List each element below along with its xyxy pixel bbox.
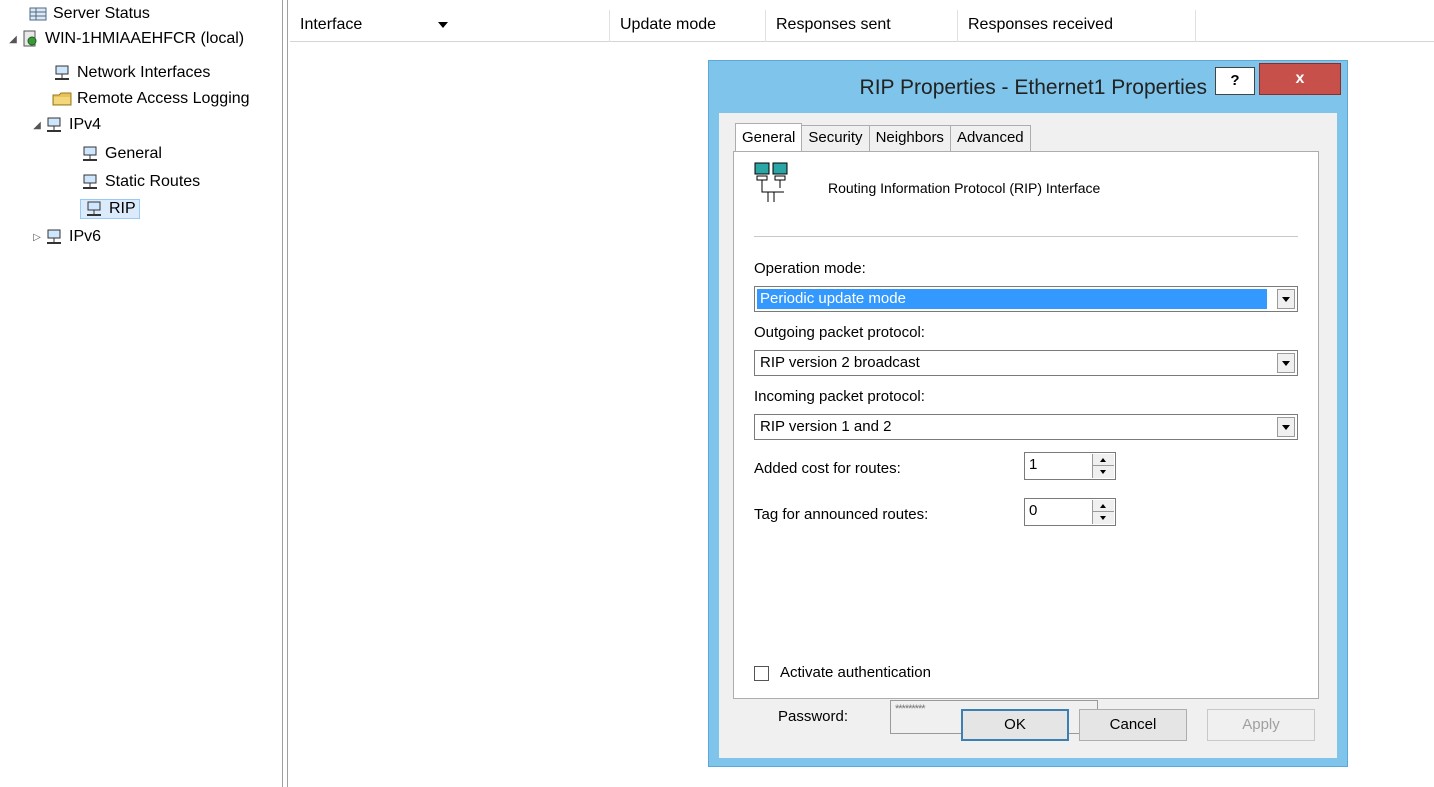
column-header-label: Responses sent (776, 16, 891, 33)
column-header-label: Responses received (968, 16, 1113, 33)
dialog-title-bar[interactable]: RIP Properties - Ethernet1 Properties ? … (709, 61, 1347, 113)
operation-mode-label: Operation mode: (754, 260, 866, 277)
spin-up-icon[interactable] (1093, 454, 1114, 466)
tab-general[interactable]: General (735, 123, 803, 151)
outgoing-protocol-select[interactable]: RIP version 2 broadcast (754, 350, 1298, 376)
tree-expander[interactable]: ◢ (6, 34, 20, 45)
tree-item-label: Network Interfaces (77, 64, 211, 81)
network-icon (52, 64, 72, 82)
tab-advanced[interactable]: Advanced (949, 125, 1031, 151)
tree-item-rip[interactable]: RIP (66, 196, 140, 222)
outgoing-protocol-label: Outgoing packet protocol: (754, 324, 925, 341)
dialog-body: General Security Neighbors Advanced Rout… (719, 113, 1337, 758)
spinner-buttons (1092, 500, 1114, 524)
tree-item-label: General (105, 145, 162, 162)
incoming-protocol-label: Incoming packet protocol: (754, 388, 925, 405)
spin-down-icon[interactable] (1093, 512, 1114, 524)
sort-down-icon (438, 22, 448, 28)
separator (754, 236, 1298, 237)
announced-tag-label: Tag for announced routes: (754, 506, 929, 523)
password-label: Password: (778, 708, 849, 725)
announced-tag-value: 0 (1029, 502, 1038, 519)
chevron-down-icon[interactable] (1277, 353, 1295, 373)
tree-item-label: IPv4 (69, 116, 102, 133)
tree-item-selected: RIP (80, 199, 140, 219)
rip-interface-icon (754, 162, 788, 210)
dialog-header-text: Routing Information Protocol (RIP) Inter… (828, 180, 1101, 196)
tree-item-static-routes[interactable]: Static Routes (66, 169, 200, 195)
column-header-label: Interface (300, 16, 363, 33)
ok-button[interactable]: OK (961, 709, 1069, 741)
network-icon (80, 145, 100, 163)
announced-tag-spinner[interactable]: 0 (1024, 498, 1116, 526)
tab-security[interactable]: Security (801, 125, 870, 151)
tree-item-label: Static Routes (105, 173, 201, 190)
network-icon (44, 116, 64, 134)
list-header: Interface Update mode Responses sent Res… (290, 10, 1434, 42)
server-status-icon (28, 5, 48, 23)
apply-button: Apply (1207, 709, 1315, 741)
tab-strip: General Security Neighbors Advanced (735, 123, 1031, 151)
server-icon (20, 30, 40, 48)
tree-item-label: Remote Access Logging (77, 90, 250, 107)
network-icon (80, 173, 100, 191)
column-header-responses-received[interactable]: Responses received (958, 10, 1196, 42)
spinner-buttons (1092, 454, 1114, 478)
added-cost-spinner[interactable]: 1 (1024, 452, 1116, 480)
spin-down-icon[interactable] (1093, 466, 1114, 478)
general-tab-page: Routing Information Protocol (RIP) Inter… (733, 151, 1319, 734)
rip-properties-dialog: RIP Properties - Ethernet1 Properties ? … (708, 60, 1348, 767)
column-header-update-mode[interactable]: Update mode (610, 10, 766, 42)
tree-item-label: RIP (109, 200, 136, 217)
activate-authentication-checkbox[interactable] (754, 666, 769, 681)
incoming-protocol-select[interactable]: RIP version 1 and 2 (754, 414, 1298, 440)
tree-item-general[interactable]: General (66, 141, 162, 167)
added-cost-label: Added cost for routes: (754, 460, 901, 477)
incoming-protocol-value: RIP version 1 and 2 (760, 418, 892, 435)
dialog-title: RIP Properties - Ethernet1 Properties (859, 76, 1207, 99)
added-cost-value: 1 (1029, 456, 1038, 473)
navigation-tree: Server Status ◢ WIN-1HMIAAEHFCR (local) … (0, 0, 282, 787)
tree-expander[interactable]: ▷ (30, 232, 44, 243)
cancel-button[interactable]: Cancel (1079, 709, 1187, 741)
help-button[interactable]: ? (1215, 67, 1255, 95)
network-icon (84, 200, 104, 218)
tree-item-ipv6[interactable]: ▷ IPv6 (30, 224, 101, 250)
column-header-label: Update mode (620, 16, 717, 33)
pane-splitter[interactable] (282, 0, 288, 787)
close-button[interactable]: x (1259, 63, 1341, 95)
tree-item-label: Server Status (53, 5, 150, 22)
activate-authentication-label: Activate authentication (780, 664, 931, 681)
column-header-interface[interactable]: Interface (290, 10, 610, 42)
column-header-responses-sent[interactable]: Responses sent (766, 10, 958, 42)
tree-item-ipv4[interactable]: ◢ IPv4 (30, 112, 101, 138)
tree-item-server[interactable]: ◢ WIN-1HMIAAEHFCR (local) (6, 26, 244, 52)
tree-item-remote-access-logging[interactable]: Remote Access Logging (38, 86, 250, 112)
operation-mode-value: Periodic update mode (757, 289, 1267, 309)
tree-item-server-status[interactable]: Server Status (14, 1, 150, 27)
network-icon (44, 228, 64, 246)
tree-expander[interactable]: ◢ (30, 120, 44, 131)
tree-item-label: WIN-1HMIAAEHFCR (local) (45, 30, 245, 47)
spin-up-icon[interactable] (1093, 500, 1114, 512)
chevron-down-icon[interactable] (1277, 417, 1295, 437)
tab-neighbors[interactable]: Neighbors (868, 125, 951, 151)
tree-item-network-interfaces[interactable]: Network Interfaces (38, 60, 210, 86)
chevron-down-icon[interactable] (1277, 289, 1295, 309)
folder-icon (52, 90, 72, 108)
tree-item-label: IPv6 (69, 228, 102, 245)
operation-mode-select[interactable]: Periodic update mode (754, 286, 1298, 312)
outgoing-protocol-value: RIP version 2 broadcast (760, 354, 920, 371)
